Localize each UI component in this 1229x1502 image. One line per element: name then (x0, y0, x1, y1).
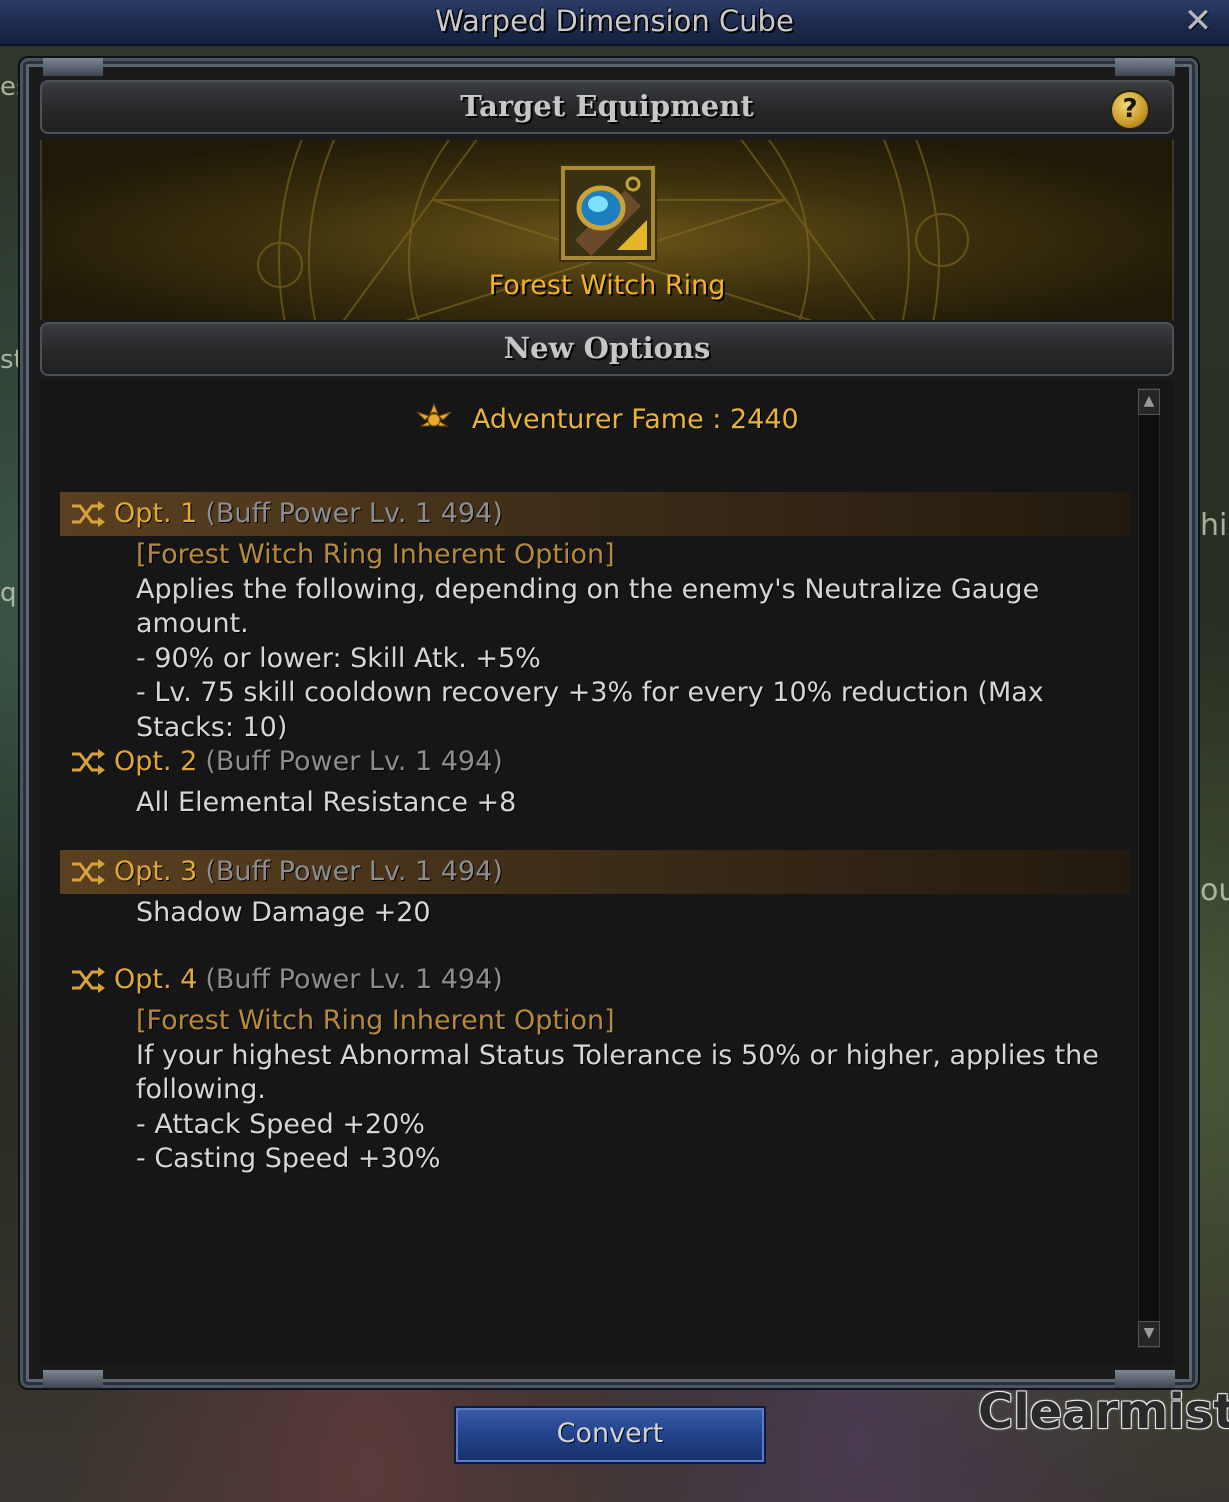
option-1-inherent: [Forest Witch Ring Inherent Option] (136, 539, 615, 570)
option-3-line: Shadow Damage +20 (136, 897, 431, 928)
adventurer-fame: Adventurer Fame : 2440 (40, 402, 1174, 435)
new-options-title: New Options (503, 331, 711, 365)
item-name: Forest Witch Ring (488, 270, 726, 301)
option-4-label: Opt. 4 (114, 964, 198, 995)
option-3-buff: (Buff Power Lv. 1 494) (205, 856, 503, 887)
option-4-line: If your highest Abnormal Status Toleranc… (136, 1039, 1099, 1071)
option-3-label: Opt. 3 (114, 856, 198, 887)
shuffle-icon (72, 749, 105, 775)
target-equipment-header: Target Equipment ? (40, 80, 1174, 134)
option-1-line: - Lv. 75 skill cooldown recovery +3% for… (136, 677, 1044, 708)
frame-corner (1115, 58, 1175, 76)
frame-corner (43, 1370, 103, 1388)
frame-corner (43, 58, 103, 76)
option-4-line: - Attack Speed +20% (136, 1108, 425, 1140)
option-1-buff: (Buff Power Lv. 1 494) (205, 498, 503, 529)
option-3-body: Shadow Damage +20 (136, 896, 1126, 931)
option-4-line: - Casting Speed +30% (136, 1143, 441, 1174)
scroll-up-icon[interactable]: ▲ (1138, 389, 1160, 415)
window-titlebar[interactable]: Warped Dimension Cube ✕ (0, 0, 1229, 46)
shuffle-icon (72, 501, 105, 527)
option-4-buff: (Buff Power Lv. 1 494) (205, 964, 503, 995)
option-1-line: Applies the following, depending on the … (136, 573, 1048, 640)
option-2-header: Opt. 2 (Buff Power Lv. 1 494) (60, 740, 1130, 784)
options-panel[interactable]: Adventurer Fame : 2440 Opt. 1 (Buff Power… (40, 380, 1174, 1365)
target-equipment-title: Target Equipment (460, 89, 754, 123)
fame-label: Adventurer Fame : 2440 (471, 404, 799, 435)
option-2-buff: (Buff Power Lv. 1 494) (205, 746, 503, 777)
option-4-line: following. (136, 1074, 266, 1105)
option-4-body: [Forest Witch Ring Inherent Option] If y… (136, 1004, 1126, 1177)
option-1-body: [Forest Witch Ring Inherent Option] Appl… (136, 538, 1126, 745)
option-2-line: All Elemental Resistance +8 (136, 787, 517, 818)
new-options-header: New Options (40, 322, 1174, 376)
background-text: hi (1200, 508, 1228, 543)
options-scrollbar[interactable]: ▲ ▼ (1138, 388, 1160, 1348)
ring-icon (565, 170, 651, 256)
option-4-header: Opt. 4 (Buff Power Lv. 1 494) (60, 958, 1130, 1002)
forest-witch-ring-slot[interactable] (561, 166, 655, 260)
equipment-display: Forest Witch Ring (40, 140, 1174, 320)
window-title: Warped Dimension Cube (435, 4, 794, 38)
scroll-down-icon[interactable]: ▼ (1138, 1321, 1160, 1347)
option-2-body: All Elemental Resistance +8 (136, 786, 1126, 821)
option-3-header: Opt. 3 (Buff Power Lv. 1 494) (60, 850, 1130, 894)
question-icon[interactable]: ? (1110, 90, 1150, 130)
option-2-label: Opt. 2 (114, 746, 198, 777)
convert-button[interactable]: Convert (454, 1406, 766, 1464)
player-name: Clearmist (978, 1384, 1229, 1440)
option-1-line: - 90% or lower: Skill Atk. +5% (136, 642, 541, 674)
fame-crest-icon (416, 402, 452, 427)
option-1-header: Opt. 1 (Buff Power Lv. 1 494) (60, 492, 1130, 536)
option-1-label: Opt. 1 (114, 498, 198, 529)
shuffle-icon (72, 859, 105, 885)
shuffle-icon (72, 967, 105, 993)
option-4-inherent: [Forest Witch Ring Inherent Option] (136, 1005, 615, 1036)
background-text: ou (1200, 873, 1229, 908)
close-icon[interactable]: ✕ (1183, 4, 1213, 38)
